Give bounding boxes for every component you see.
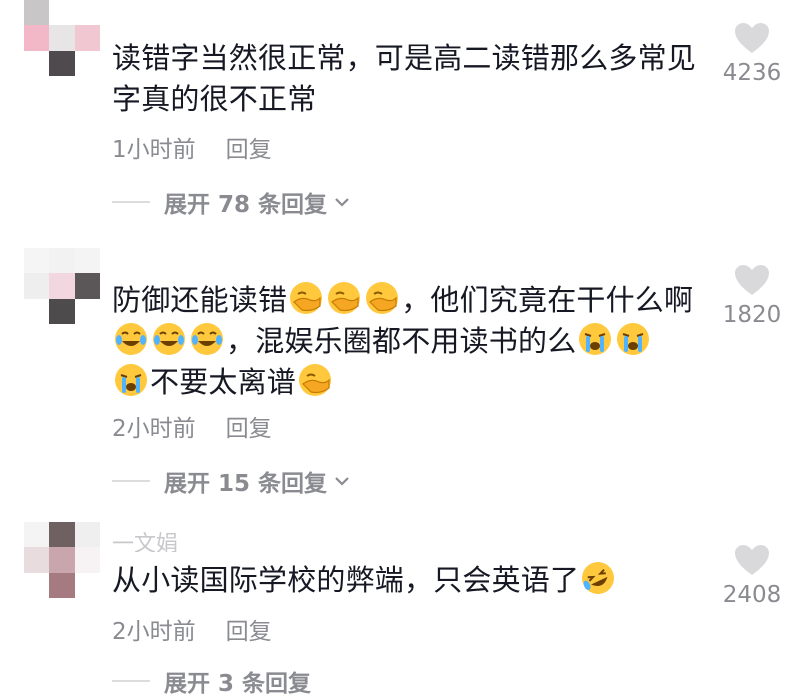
facepalm-emoji xyxy=(299,364,332,396)
comment-text-part: ，他们究竟在干什么啊 xyxy=(401,283,694,317)
like-button[interactable]: 1820 xyxy=(720,264,784,328)
comment-text-part: 从小读国际学校的弊端，只会英语了 xyxy=(112,563,580,597)
avatar[interactable] xyxy=(24,248,100,324)
like-count: 4236 xyxy=(722,60,782,86)
comment-meta: 1小时前 回复 xyxy=(112,130,272,164)
like-count: 2408 xyxy=(722,582,782,608)
chevron-down-icon xyxy=(335,477,349,486)
expand-replies-button[interactable]: 展开 3 条回复 xyxy=(112,664,311,698)
facepalm-emoji xyxy=(328,282,361,314)
loudly-crying-emoji xyxy=(617,323,650,355)
divider-line xyxy=(112,201,150,203)
expand-replies-label: 展开 15 条回复 xyxy=(164,471,328,497)
expand-replies-button[interactable]: 展开 15 条回复 xyxy=(112,464,351,498)
like-count: 1820 xyxy=(722,302,782,328)
comment-text: 防御还能读错 ，他们究竟在干什么啊 ，混娱乐圈都不用读书的么不要太离谱 xyxy=(112,280,702,403)
comment-username[interactable]: 一文娟 xyxy=(112,528,192,552)
reply-button[interactable]: 回复 xyxy=(226,416,272,442)
comment-text: 读错字当然很正常，可是高二读错那么多常见字真的很不正常 xyxy=(112,38,702,120)
comment-meta: 2小时前 回复 xyxy=(112,409,272,443)
loudly-crying-emoji xyxy=(115,364,147,396)
heart-icon xyxy=(735,265,769,295)
heart-icon xyxy=(735,545,769,575)
expand-replies-label: 展开 3 条回复 xyxy=(164,671,312,697)
reply-button[interactable]: 回复 xyxy=(226,619,272,645)
like-button[interactable]: 4236 xyxy=(720,22,784,86)
avatar[interactable] xyxy=(24,0,100,76)
facepalm-emoji xyxy=(290,282,323,314)
divider-line xyxy=(112,480,150,482)
comment-text-part: ，混娱乐圈都不用读书的么 xyxy=(226,324,577,358)
chevron-down-icon xyxy=(335,198,349,207)
comment-text-part: 读错字当然很正常，可是高二读错那么多常见字真的很不正常 xyxy=(112,41,697,116)
comment-meta: 2小时前 回复 xyxy=(112,612,272,646)
loudly-crying-emoji xyxy=(579,323,612,355)
comment-time: 2小时前 xyxy=(112,619,196,645)
comment-time: 2小时前 xyxy=(112,416,196,442)
like-button[interactable]: 2408 xyxy=(720,544,784,608)
expand-replies-label: 展开 78 条回复 xyxy=(164,192,328,218)
avatar[interactable] xyxy=(24,522,100,598)
tears-of-joy-emoji xyxy=(115,323,147,355)
comment-time: 1小时前 xyxy=(112,137,196,163)
divider-line xyxy=(112,680,150,682)
tears-of-joy-emoji xyxy=(153,323,185,355)
comment-text: 从小读国际学校的弊端，只会英语了 xyxy=(112,560,702,601)
facepalm-emoji xyxy=(366,282,399,314)
expand-replies-button[interactable]: 展开 78 条回复 xyxy=(112,185,351,219)
comment-text-part: 不要太离谱 xyxy=(150,365,297,399)
comment-text-part: 防御还能读错 xyxy=(112,283,288,317)
rofl-emoji xyxy=(582,562,615,594)
heart-icon xyxy=(735,23,769,53)
tears-of-joy-emoji xyxy=(191,323,223,355)
reply-button[interactable]: 回复 xyxy=(226,137,272,163)
